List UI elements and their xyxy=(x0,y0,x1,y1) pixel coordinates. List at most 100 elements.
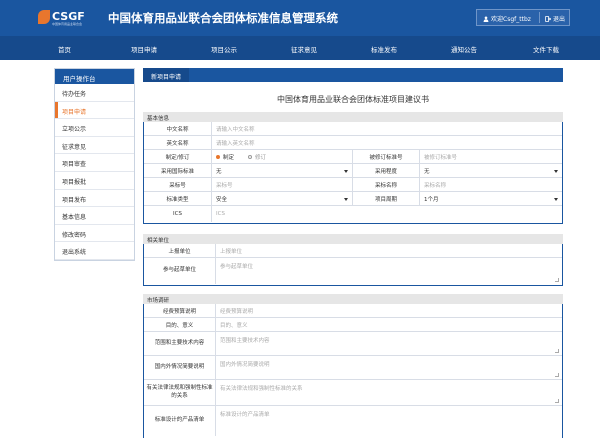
select-value: 安全 xyxy=(216,196,228,203)
adopt-name-input[interactable]: 采标名称 xyxy=(420,178,562,191)
field-label: 范围和主要技术内容 xyxy=(144,332,216,355)
section-title: 相关单位 xyxy=(143,234,563,244)
market-grid: 经费预算说明 经费预算说明 目的、意义 目的、意义 范围和主要技术内容 范围和主… xyxy=(143,304,563,438)
form-row: ICS ICS xyxy=(144,206,562,222)
form-row: 采标号 采标号 采标名称 采标名称 xyxy=(144,178,562,192)
units-grid: 上报单位 上报单位 参与起草单位 参与起草单位 xyxy=(143,244,563,286)
field-label: ICS xyxy=(144,206,212,222)
field-label: 制定/修订 xyxy=(144,150,212,163)
product-list-textarea[interactable]: 标准设计的产品清单 xyxy=(216,406,562,436)
form-row: 英文名称 请输入英文名称 xyxy=(144,136,562,150)
form-row: 上报单位 上报单位 xyxy=(144,244,562,258)
field-label: 被修订标准号 xyxy=(352,150,420,163)
logout-icon xyxy=(545,16,552,22)
purpose-input[interactable]: 目的、意义 xyxy=(216,318,562,331)
radio-revise[interactable]: 修订 xyxy=(248,153,266,161)
status-textarea[interactable]: 国内外情况简要说明 xyxy=(216,356,562,379)
radio-label: 修订 xyxy=(255,154,267,161)
resize-handle-icon[interactable] xyxy=(555,373,559,377)
sidebar-item-project-apply[interactable]: 项目申请 xyxy=(55,101,134,120)
select-value: 无 xyxy=(424,168,430,175)
tab-new-project[interactable]: 新项目申请 xyxy=(143,68,190,82)
revised-std-input[interactable]: 被修订标准号 xyxy=(420,150,562,163)
ics-input[interactable]: ICS xyxy=(212,206,562,222)
form-row: 范围和主要技术内容 范围和主要技术内容 xyxy=(144,332,562,356)
field-label: 采用国际标准 xyxy=(144,164,212,177)
sidebar-item-comments[interactable]: 征求意见 xyxy=(55,137,134,155)
field-label: 目的、意义 xyxy=(144,318,216,331)
field-label: 上报单位 xyxy=(144,244,216,257)
form-row: 制定/修订 制定 修订 被修订标准号 被修订标准号 xyxy=(144,150,562,164)
submit-unit-input[interactable]: 上报单位 xyxy=(216,244,562,257)
radio-establish[interactable]: 制定 xyxy=(216,153,234,161)
form-row: 目的、意义 目的、意义 xyxy=(144,318,562,332)
basic-info-section: 基本信息 xyxy=(143,112,563,122)
chevron-down-icon xyxy=(344,197,348,201)
divider xyxy=(539,12,540,23)
en-name-input[interactable]: 请输入英文名称 xyxy=(212,136,562,149)
sidebar-item-basic-info[interactable]: 基本信息 xyxy=(55,207,134,225)
sidebar-item-publish[interactable]: 项目发布 xyxy=(55,190,134,208)
resize-handle-icon[interactable] xyxy=(555,399,559,403)
logout-label: 退出 xyxy=(553,16,566,23)
sidebar-item-change-password[interactable]: 修改密码 xyxy=(55,225,134,243)
intl-std-select[interactable]: 无 xyxy=(212,164,352,177)
sidebar-item-submit[interactable]: 项目报批 xyxy=(55,172,134,190)
market-section: 市场调研 xyxy=(143,294,563,304)
field-label: 标准设计的产品清单 xyxy=(144,406,216,436)
select-value: 无 xyxy=(216,168,222,175)
logout-button[interactable]: 退出 xyxy=(545,14,565,23)
user-welcome[interactable]: 欢迎Csgf_ttbz xyxy=(483,14,531,23)
nav-comments[interactable]: 征求意见 xyxy=(291,44,317,54)
chevron-down-icon xyxy=(344,169,348,173)
degree-select[interactable]: 无 xyxy=(420,164,562,177)
basic-info-grid: 中文名称 请输入中文名称 英文名称 请输入英文名称 制定/修订 制定 修订 被修… xyxy=(143,122,563,224)
nav-announcements[interactable]: 通知公告 xyxy=(451,44,477,54)
nav-project-notice[interactable]: 项目公示 xyxy=(211,44,237,54)
radio-icon xyxy=(216,155,220,159)
top-header: CSGF 中国体育用品业联合会 中国体育用品业联合会团体标准信息管理系统 欢迎C… xyxy=(0,0,600,36)
form-row: 有关法律法规和强制性标准的关系 有关法律法规和强制性标准的关系 xyxy=(144,380,562,406)
field-label: 项目周期 xyxy=(352,192,420,205)
logo-mark-icon xyxy=(38,10,50,24)
field-label: 国内外情况简要说明 xyxy=(144,356,216,379)
budget-input[interactable]: 经费预算说明 xyxy=(216,304,562,317)
form-title: 中国体育用品业联合会团体标准项目建议书 xyxy=(277,95,429,104)
radio-icon xyxy=(248,155,253,159)
logo[interactable]: CSGF 中国体育用品业联合会 xyxy=(38,8,98,28)
chevron-down-icon xyxy=(554,197,558,201)
sidebar-item-todo[interactable]: 待办任务 xyxy=(55,84,134,102)
sidebar-item-logout[interactable]: 退出系统 xyxy=(55,242,134,260)
cn-name-input[interactable]: 请输入中文名称 xyxy=(212,122,562,135)
nav-downloads[interactable]: 文件下载 xyxy=(533,44,559,54)
field-label: 采标名称 xyxy=(352,178,420,191)
sidebar-item-approval-notice[interactable]: 立项公示 xyxy=(55,119,134,137)
units-section: 相关单位 xyxy=(143,234,563,244)
scope-textarea[interactable]: 范围和主要技术内容 xyxy=(216,332,562,355)
field-label: 英文名称 xyxy=(144,136,212,149)
sidebar: 用户操作台 待办任务 项目申请 立项公示 征求意见 项目审查 项目报批 项目发布… xyxy=(54,68,135,261)
sidebar-item-review[interactable]: 项目审查 xyxy=(55,154,134,172)
field-label: 采标号 xyxy=(144,178,212,191)
std-type-select[interactable]: 安全 xyxy=(212,192,352,205)
nav-project-apply[interactable]: 项目申请 xyxy=(131,44,157,54)
sidebar-title: 用户操作台 xyxy=(55,69,134,84)
laws-textarea[interactable]: 有关法律法规和强制性标准的关系 xyxy=(216,380,562,405)
field-label: 有关法律法规和强制性标准的关系 xyxy=(144,380,216,405)
logo-subtext: 中国体育用品业联合会 xyxy=(52,22,83,26)
form-row: 采用国际标准 无 采用程度 无 xyxy=(144,164,562,178)
adopt-no-input[interactable]: 采标号 xyxy=(212,178,352,191)
section-title: 基本信息 xyxy=(143,112,563,122)
form-row: 标准设计的产品清单 标准设计的产品清单 xyxy=(144,406,562,436)
resize-handle-icon[interactable] xyxy=(555,278,559,282)
main-nav: 首页 项目申请 项目公示 征求意见 标准发布 通知公告 文件下载 xyxy=(0,36,600,60)
field-label: 中文名称 xyxy=(144,122,212,135)
nav-std-release[interactable]: 标准发布 xyxy=(371,44,397,54)
cycle-select[interactable]: 1个月 xyxy=(420,192,562,205)
draft-units-textarea[interactable]: 参与起草单位 xyxy=(216,258,562,284)
resize-handle-icon[interactable] xyxy=(555,349,559,353)
form-row: 国内外情况简要说明 国内外情况简要说明 xyxy=(144,356,562,380)
nav-home[interactable]: 首页 xyxy=(58,44,71,54)
form-row: 参与起草单位 参与起草单位 xyxy=(144,258,562,284)
field-label: 采用程度 xyxy=(352,164,420,177)
